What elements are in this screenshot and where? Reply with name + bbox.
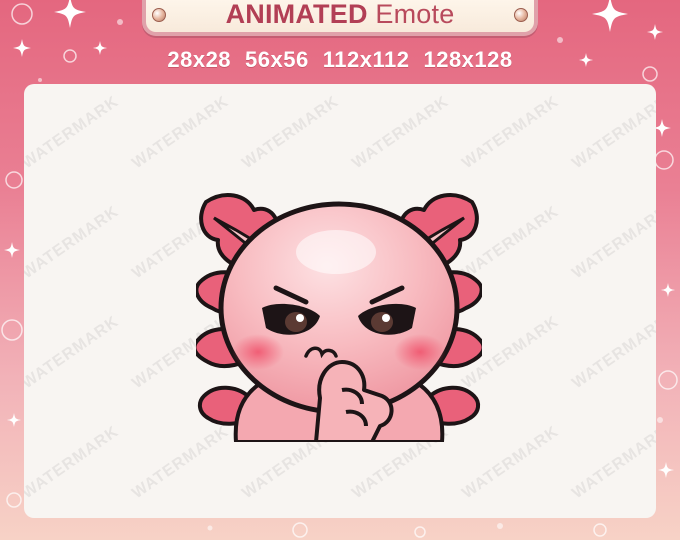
sparkle-icon — [658, 462, 674, 478]
title-light: Emote — [375, 0, 455, 29]
size-label: 56x56 — [245, 47, 309, 72]
bubble-icon — [11, 3, 33, 25]
size-list: 28x28 56x56 112x112 128x128 — [0, 47, 680, 73]
pin-icon — [152, 8, 166, 22]
bubble-icon — [593, 523, 607, 537]
title-bold: ANIMATED — [225, 0, 368, 29]
size-label: 128x128 — [423, 47, 513, 72]
pin-icon — [514, 8, 528, 22]
bubble-icon — [6, 492, 22, 508]
sparkle-icon — [592, 0, 628, 33]
bubble-icon — [1, 319, 23, 341]
emote-type-title: ANIMATED Emote — [226, 0, 455, 30]
bubble-icon — [658, 370, 678, 390]
title-banner: ANIMATED Emote — [142, 0, 538, 36]
bubble-icon — [292, 522, 308, 538]
size-label: 28x28 — [167, 47, 232, 72]
sparkle-icon — [54, 0, 86, 28]
sparkle-icon — [647, 24, 663, 40]
bubble-icon — [5, 171, 23, 189]
sparkle-icon — [4, 242, 20, 258]
bubble-icon — [414, 526, 426, 538]
axolotl-emote-image — [196, 193, 482, 442]
emote-preview-canvas: ANIMATED Emote 28x28 56x56 112x112 128x1… — [0, 0, 680, 540]
sparkle-icon — [661, 283, 675, 297]
sparkle-icon — [7, 413, 21, 427]
bubble-icon — [654, 150, 674, 170]
size-label: 112x112 — [322, 47, 410, 72]
